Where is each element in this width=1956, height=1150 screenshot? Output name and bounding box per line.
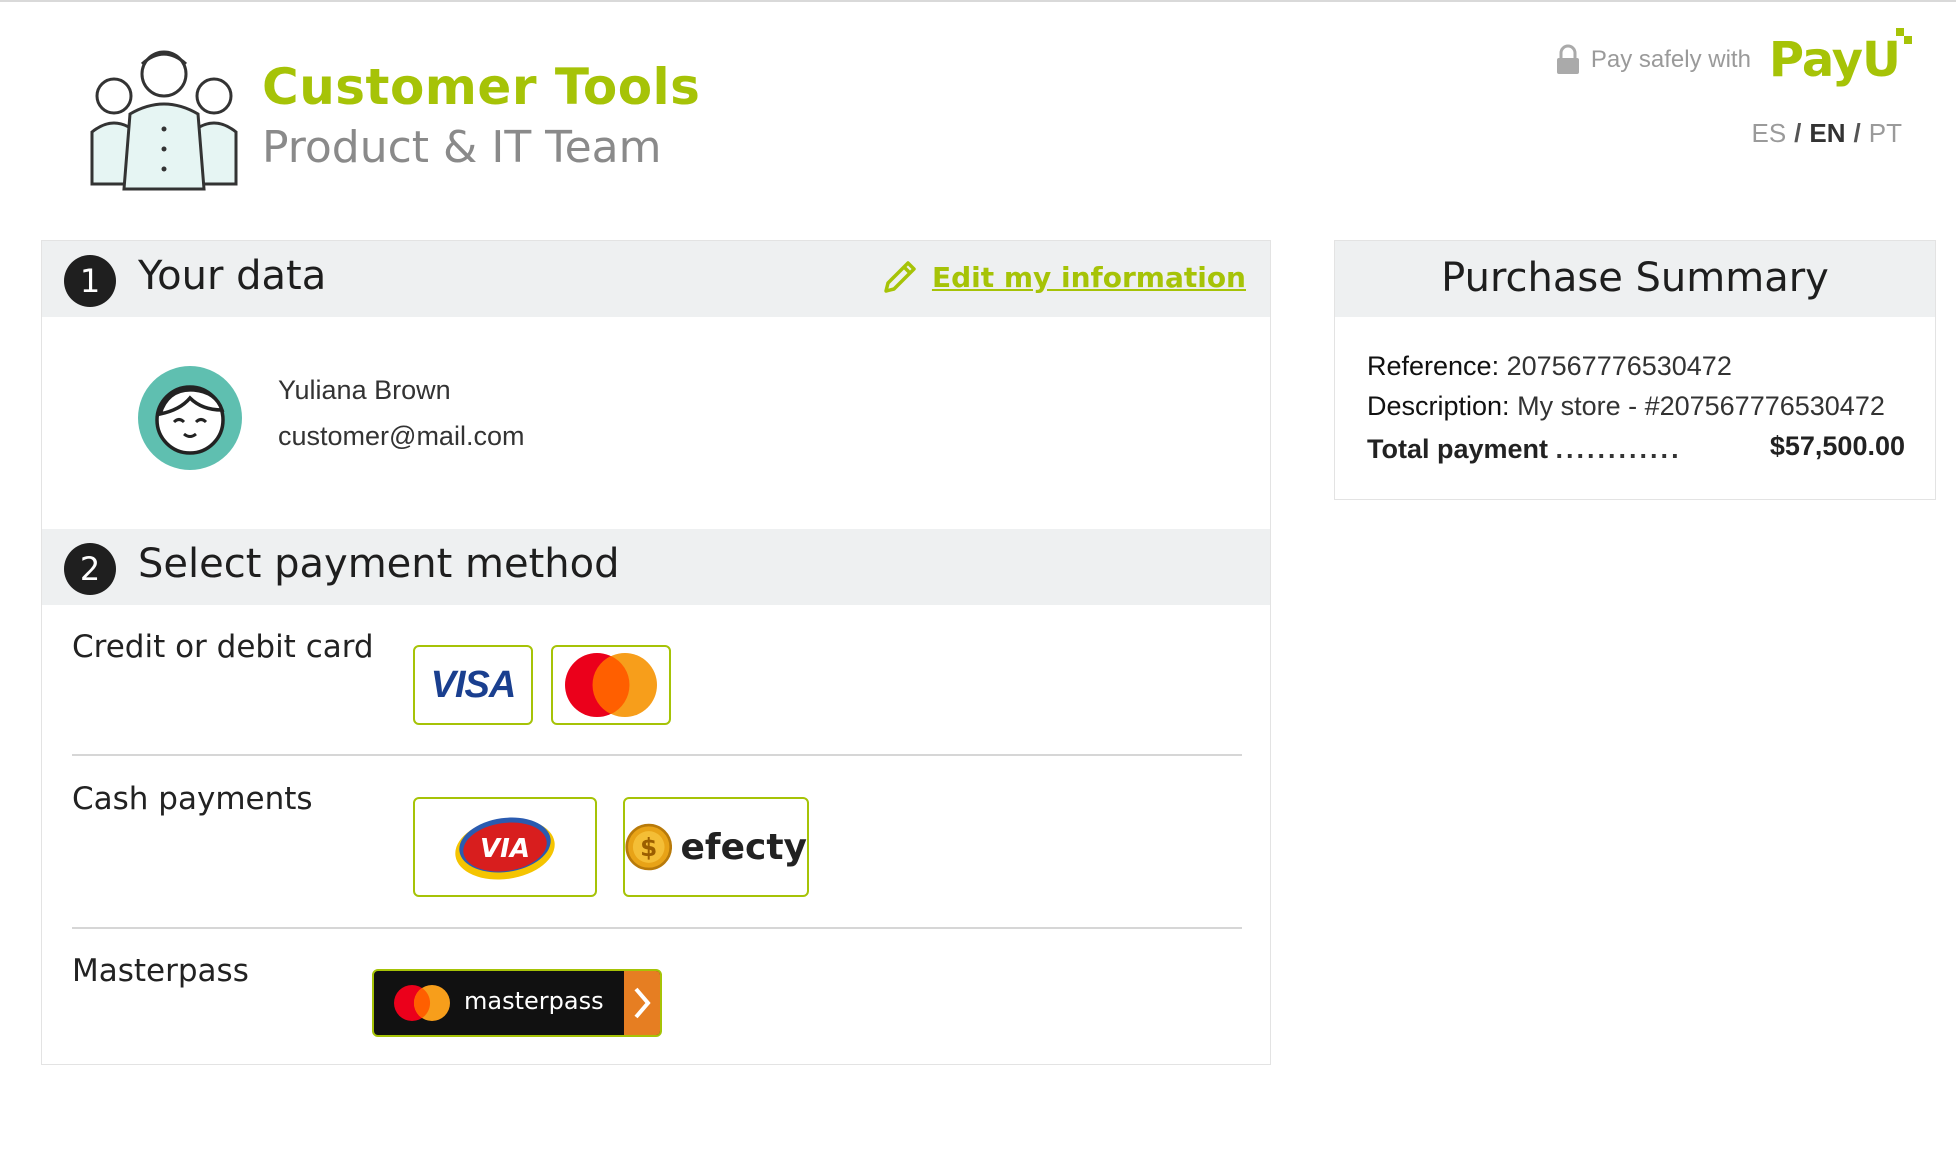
masterpass-label: Masterpass	[72, 953, 249, 989]
mastercard-icon	[565, 653, 657, 717]
total-amount: $57,500.00	[1769, 431, 1905, 461]
via-logo-icon: VIA	[455, 817, 555, 880]
cash-payments-label: Cash payments	[72, 781, 313, 817]
payment-method-title: Select payment method	[138, 541, 620, 587]
payu-logo-text: PayU	[1768, 32, 1901, 88]
svg-text:$: $	[640, 833, 657, 862]
your-data-title: Your data	[138, 253, 327, 299]
reference-value: 207567776530472	[1506, 351, 1732, 381]
payment-method-header: 2 Select payment method	[42, 529, 1270, 605]
efecty-button[interactable]: $ efecty	[623, 797, 809, 897]
step-number-1: 1	[64, 255, 116, 307]
efecty-logo-text: efecty	[680, 826, 807, 868]
lang-pt[interactable]: PT	[1869, 118, 1902, 149]
purchase-summary-title: Purchase Summary	[1441, 255, 1829, 301]
purchase-summary-panel: Purchase Summary Reference: 207567776530…	[1334, 240, 1936, 500]
edit-information-label[interactable]: Edit my information	[932, 261, 1246, 294]
masterpass-arrow	[624, 971, 660, 1035]
total-dots: ............	[1555, 434, 1682, 464]
pay-safely-badge: Pay safely with PayU	[1555, 28, 1912, 88]
your-data-header: 1 Your data Edit my information	[42, 241, 1270, 317]
language-switcher: ES / EN / PT	[1751, 118, 1902, 149]
reference-label: Reference:	[1367, 351, 1500, 381]
visa-logo: VISA	[430, 663, 517, 706]
divider	[72, 754, 1242, 756]
description-row: Description: My store - #207567776530472	[1367, 391, 1885, 422]
total-label: Total payment	[1367, 434, 1549, 464]
lang-separator: /	[1794, 118, 1802, 148]
description-label: Description:	[1367, 391, 1510, 421]
pay-safely-text: Pay safely with	[1590, 46, 1751, 73]
via-button[interactable]: VIA	[413, 797, 597, 897]
brand-subtitle: Product & IT Team	[262, 122, 662, 173]
total-row: Total payment ............	[1367, 434, 1682, 465]
purchase-summary-header: Purchase Summary	[1335, 241, 1935, 317]
user-email: customer@mail.com	[278, 421, 525, 451]
efecty-coin-icon: $	[625, 823, 673, 871]
edit-information-link[interactable]: Edit my information	[880, 257, 1246, 297]
user-name: Yuliana Brown	[278, 375, 451, 405]
avatar	[138, 366, 242, 470]
lang-separator: /	[1853, 118, 1861, 148]
masterpass-button[interactable]: masterpass	[372, 969, 662, 1037]
divider	[72, 927, 1242, 929]
step-number-2: 2	[64, 543, 116, 595]
lang-es[interactable]: ES	[1751, 118, 1786, 149]
description-value: My store - #207567776530472	[1517, 391, 1885, 421]
mastercard-icon	[394, 985, 450, 1021]
pencil-icon	[884, 261, 916, 293]
top-border	[0, 0, 1956, 2]
brand-title: Customer Tools	[262, 58, 701, 116]
user-face-icon	[155, 385, 225, 455]
family-logo-icon	[90, 50, 238, 191]
lang-en[interactable]: EN	[1809, 118, 1845, 149]
via-logo-text: VIA	[480, 834, 530, 864]
lock-icon	[1556, 44, 1579, 74]
reference-row: Reference: 207567776530472	[1367, 351, 1732, 382]
visa-button[interactable]: VISA	[413, 645, 533, 725]
mastercard-button[interactable]	[551, 645, 671, 725]
chevron-right-icon	[634, 987, 651, 1019]
checkout-panel: 1 Your data Edit my information Yuliana …	[41, 240, 1271, 1065]
credit-card-label: Credit or debit card	[72, 629, 374, 665]
payu-logo: PayU	[1768, 28, 1912, 88]
masterpass-text: masterpass	[464, 987, 604, 1015]
